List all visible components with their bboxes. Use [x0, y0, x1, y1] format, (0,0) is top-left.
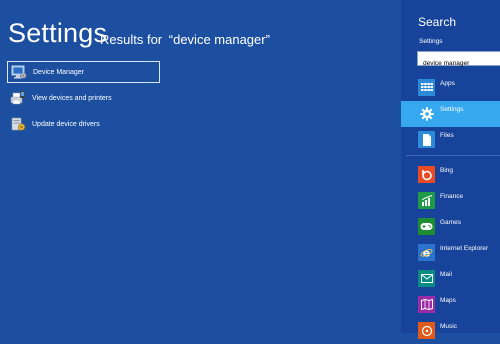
scope-label: Settings — [440, 106, 464, 113]
bing-icon — [418, 166, 435, 183]
devices-printers-icon — [10, 90, 26, 106]
settings-results-pane: Settings Results for “device manager” De… — [0, 0, 401, 333]
internet-explorer-icon: e — [418, 244, 435, 261]
app-maps[interactable]: Maps — [401, 292, 500, 318]
apps-divider — [406, 155, 500, 156]
finance-icon — [418, 192, 435, 209]
result-label: Device Manager — [33, 68, 84, 76]
search-scope-label: Settings — [419, 38, 443, 45]
app-bing[interactable]: Bing — [401, 162, 500, 188]
result-view-devices-printers[interactable]: View devices and printers — [7, 87, 160, 109]
result-label: Update device drivers — [32, 120, 100, 128]
games-icon — [418, 218, 435, 235]
result-update-device-drivers[interactable]: Update device drivers — [7, 113, 160, 135]
svg-text:e: e — [423, 247, 430, 260]
app-label: Internet Explorer — [440, 245, 489, 252]
update-drivers-icon — [10, 116, 26, 132]
app-label: Music — [440, 323, 457, 330]
mail-icon — [418, 270, 435, 287]
app-internet-explorer[interactable]: e Internet Explorer — [401, 240, 500, 266]
results-prefix: Results for — [100, 32, 163, 47]
apps-icon — [418, 79, 435, 96]
app-label: Finance — [440, 193, 464, 200]
app-games[interactable]: Games — [401, 214, 500, 240]
result-label: View devices and printers — [32, 94, 112, 102]
scope-files[interactable]: Files — [401, 127, 500, 153]
app-label: Games — [440, 219, 461, 226]
app-finance[interactable]: Finance — [401, 188, 500, 214]
results-query: “device manager” — [168, 32, 270, 47]
gear-icon — [418, 105, 435, 122]
app-mail[interactable]: Mail — [401, 266, 500, 292]
app-label: Maps — [440, 297, 456, 304]
scope-label: Apps — [440, 80, 455, 87]
search-box[interactable] — [417, 51, 500, 70]
scope-label: Files — [440, 132, 454, 139]
search-charm-pane: Search Settings Apps — [401, 0, 500, 339]
scope-apps[interactable]: Apps — [401, 75, 500, 101]
page-title: Settings — [8, 18, 108, 48]
file-icon — [418, 131, 435, 148]
search-pane-title: Search — [418, 15, 457, 29]
app-label: Bing — [440, 167, 454, 174]
results-heading: Results for “device manager” — [100, 32, 270, 47]
device-manager-icon — [11, 64, 27, 80]
search-input[interactable] — [418, 57, 500, 70]
result-device-manager[interactable]: Device Manager — [7, 61, 160, 83]
music-icon — [418, 322, 435, 339]
app-label: Mail — [440, 271, 452, 278]
scope-settings[interactable]: Settings — [401, 101, 500, 127]
maps-icon — [418, 296, 435, 313]
app-music[interactable]: Music — [401, 318, 500, 344]
